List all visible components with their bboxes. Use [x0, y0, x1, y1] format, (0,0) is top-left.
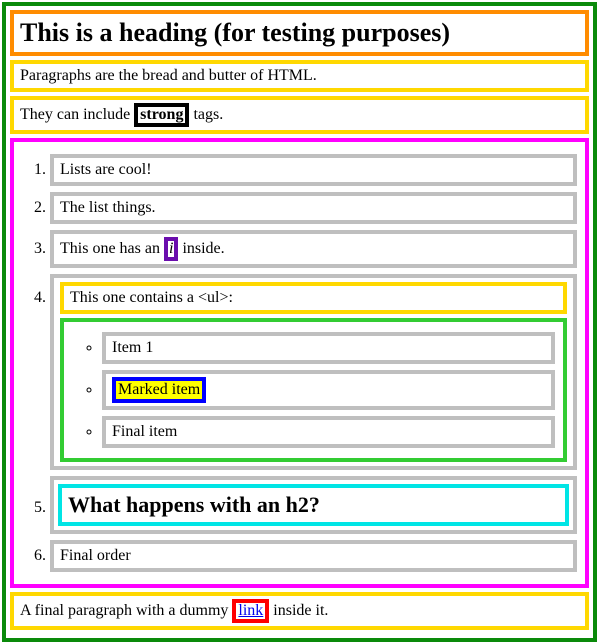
li3-post: inside. — [178, 240, 224, 257]
nested-list: Item 1 Marked item Final item — [60, 318, 567, 462]
sub-item-3: Final item — [102, 416, 555, 448]
mark-tag: Marked item — [112, 377, 206, 403]
list-item: Marked item — [102, 370, 555, 410]
list-item-4-intro: This one contains a <ul>: — [60, 282, 567, 314]
list-item-6: Final order — [50, 540, 577, 572]
i-tag: i — [164, 237, 178, 261]
para2-pre: They can include — [20, 106, 134, 123]
ordered-list: Lists are cool! The list things. This on… — [10, 138, 589, 588]
list-item: Final item — [102, 416, 555, 448]
para3-pre: A final paragraph with a dummy — [20, 602, 232, 619]
paragraph-2: They can include strong tags. — [10, 96, 589, 134]
strong-tag: strong — [134, 103, 189, 127]
list-item-4: This one contains a <ul>: Item 1 Marked … — [50, 274, 577, 470]
list-item-5: What happens with an h2? — [50, 476, 577, 534]
li3-pre: This one has an — [60, 240, 164, 257]
page-container: This is a heading (for testing purposes)… — [2, 2, 597, 642]
list-item-3: This one has an i inside. — [50, 230, 577, 268]
para2-post: tags. — [189, 106, 223, 123]
page-heading: This is a heading (for testing purposes) — [10, 10, 589, 56]
paragraph-1: Paragraphs are the bread and butter of H… — [10, 60, 589, 92]
list-item-1: Lists are cool! — [50, 154, 577, 186]
list-item-2: The list things. — [50, 192, 577, 224]
h2-heading: What happens with an h2? — [58, 484, 569, 526]
list-item: This one contains a <ul>: Item 1 Marked … — [50, 274, 577, 470]
dummy-link[interactable]: link — [232, 599, 269, 623]
list-item: Lists are cool! — [50, 154, 577, 186]
list-item: Item 1 — [102, 332, 555, 364]
sub-item-2: Marked item — [102, 370, 555, 410]
sub-item-1: Item 1 — [102, 332, 555, 364]
list-item: Final order — [50, 540, 577, 572]
list-item: What happens with an h2? — [50, 476, 577, 534]
para3-post: inside it. — [269, 602, 328, 619]
list-item: The list things. — [50, 192, 577, 224]
paragraph-3: A final paragraph with a dummy link insi… — [10, 592, 589, 630]
list-item: This one has an i inside. — [50, 230, 577, 268]
